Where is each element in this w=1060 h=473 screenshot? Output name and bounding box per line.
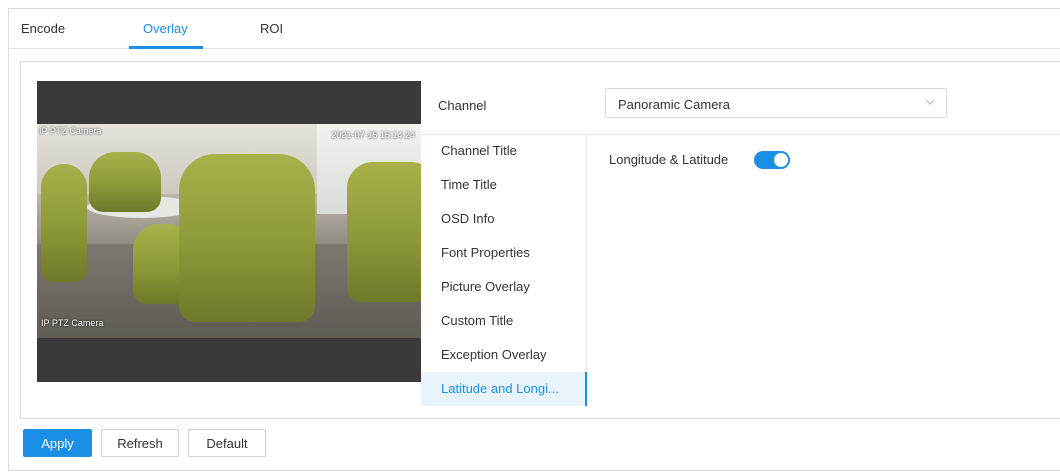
menu-item-latitude-longitude[interactable]: Latitude and Longi... (421, 372, 587, 406)
menu-item-osd-info[interactable]: OSD Info (421, 202, 587, 236)
osd-time-title: 2021-07-15 15:14:24 (331, 130, 415, 140)
osd-channel-title: IP PTZ Camera (41, 318, 104, 328)
refresh-button[interactable]: Refresh (101, 429, 179, 457)
apply-button[interactable]: Apply (23, 429, 92, 457)
tab-encode[interactable]: Encode (21, 21, 65, 36)
overlay-settings-frame: Encode Overlay ROI IP PTZ Camera 2021-07… (8, 8, 1060, 471)
overlay-menu: Channel Title Time Title OSD Info Font P… (421, 134, 587, 408)
channel-label: Channel (438, 98, 487, 113)
channel-select[interactable]: Panoramic Camera (605, 88, 947, 118)
active-tab-indicator (129, 46, 203, 49)
longitude-latitude-label: Longitude & Latitude (609, 152, 729, 167)
overlay-panel: IP PTZ Camera 2021-07-15 15:14:24 IP PTZ… (20, 61, 1060, 419)
longitude-latitude-toggle[interactable] (754, 151, 790, 169)
menu-item-channel-title[interactable]: Channel Title (421, 134, 587, 168)
menu-item-time-title[interactable]: Time Title (421, 168, 587, 202)
osd-channel-title-top: IP PTZ Camera (39, 126, 102, 136)
menu-item-font-properties[interactable]: Font Properties (421, 236, 587, 270)
chevron-down-icon (925, 99, 935, 105)
tab-bar: Encode Overlay ROI (9, 9, 1060, 49)
video-preview: IP PTZ Camera 2021-07-15 15:14:24 IP PTZ… (37, 81, 421, 382)
tab-roi[interactable]: ROI (260, 21, 283, 36)
tab-overlay[interactable]: Overlay (143, 21, 188, 36)
camera-image: IP PTZ Camera 2021-07-15 15:14:24 IP PTZ… (37, 124, 421, 338)
menu-item-picture-overlay[interactable]: Picture Overlay (421, 270, 587, 304)
toggle-knob (774, 153, 788, 167)
default-button[interactable]: Default (188, 429, 266, 457)
channel-select-value: Panoramic Camera (618, 97, 730, 112)
menu-item-exception-overlay[interactable]: Exception Overlay (421, 338, 587, 372)
menu-item-custom-title[interactable]: Custom Title (421, 304, 587, 338)
